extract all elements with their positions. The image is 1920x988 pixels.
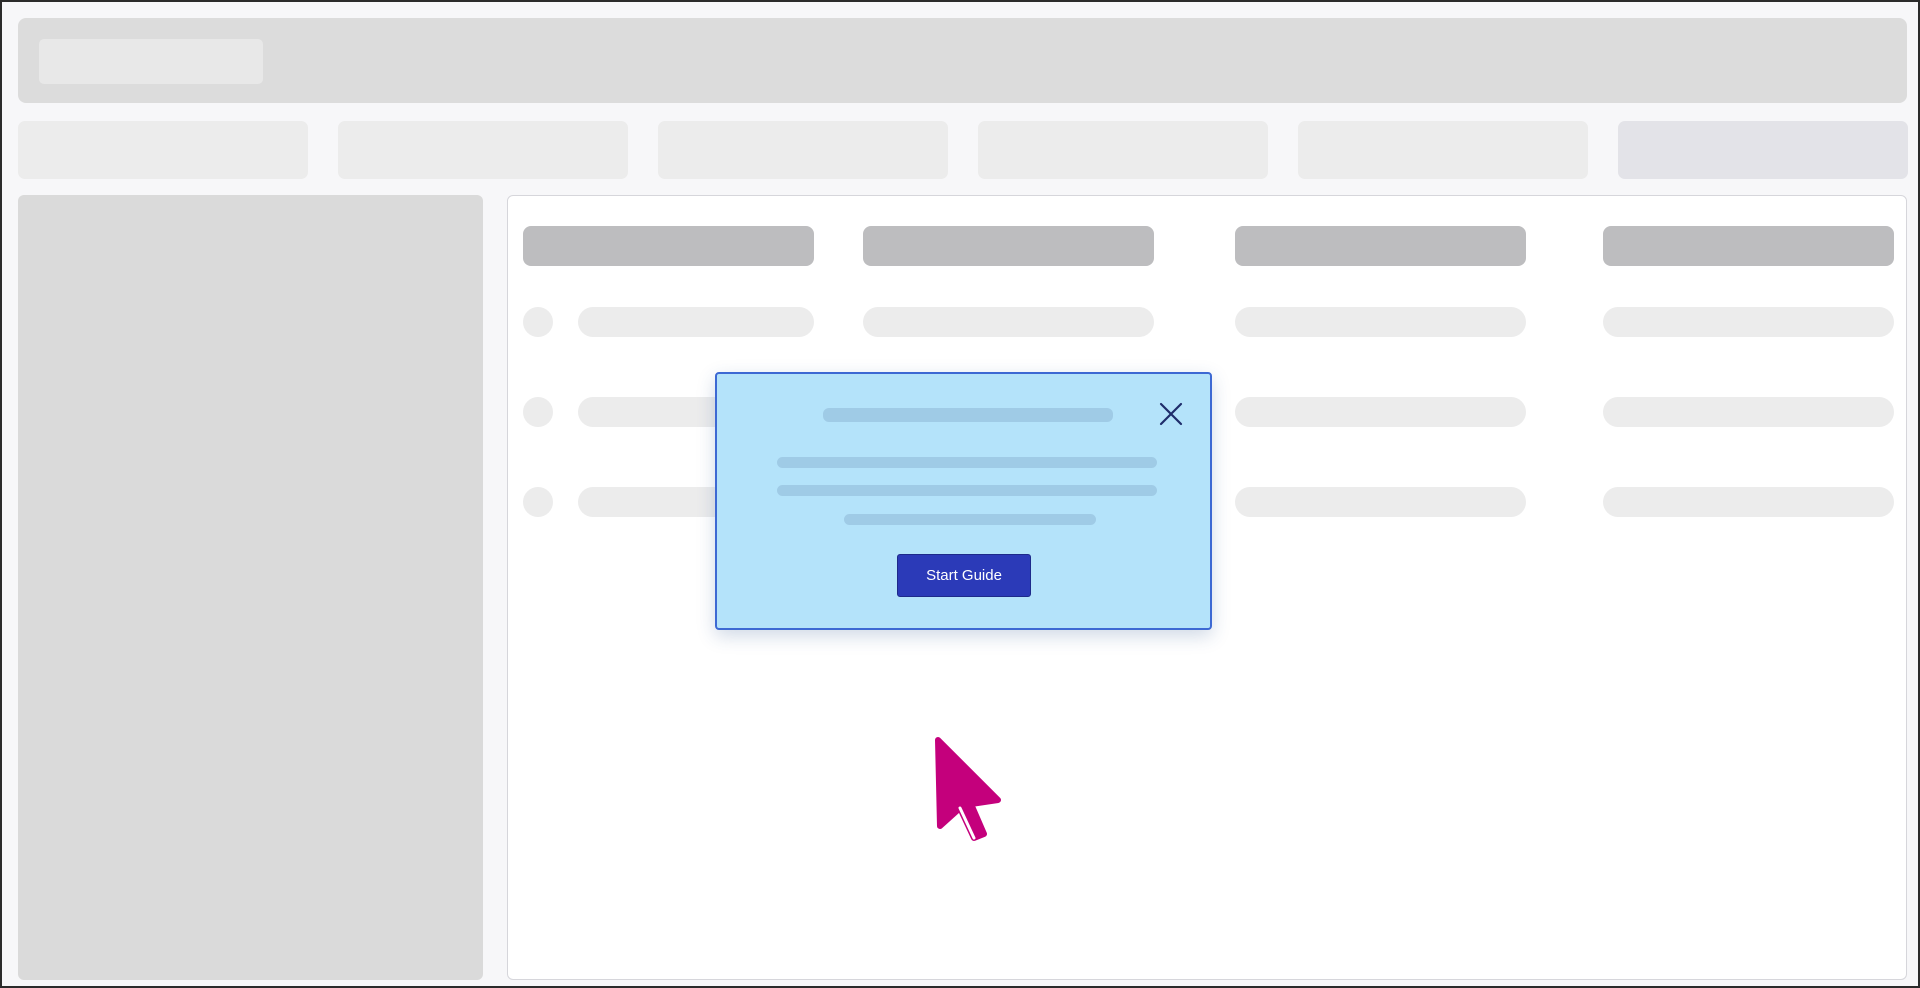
table-cell [1235, 307, 1526, 337]
table-cell [863, 307, 1154, 337]
modal-text-placeholder [777, 457, 1157, 468]
modal-title-placeholder [823, 408, 1113, 422]
pointer-cursor-icon [935, 737, 1001, 841]
start-guide-button[interactable]: Start Guide [897, 554, 1031, 597]
top-bar [18, 18, 1907, 103]
table-cell [578, 307, 814, 337]
onboarding-modal: Start Guide [715, 372, 1212, 630]
sidebar [18, 195, 483, 980]
tab-1[interactable] [18, 121, 308, 179]
column-header-4 [1603, 226, 1894, 266]
tab-6[interactable] [1618, 121, 1908, 179]
close-icon [1159, 402, 1183, 426]
modal-text-placeholder [777, 485, 1157, 496]
modal-text-placeholder [844, 514, 1096, 525]
table-cell [1235, 397, 1526, 427]
tab-5[interactable] [1298, 121, 1588, 179]
tab-3[interactable] [658, 121, 948, 179]
row-select-dot[interactable] [523, 307, 553, 337]
tab-4[interactable] [978, 121, 1268, 179]
row-select-dot[interactable] [523, 397, 553, 427]
column-header-2 [863, 226, 1154, 266]
table-cell [1603, 487, 1894, 517]
row-select-dot[interactable] [523, 487, 553, 517]
column-header-3 [1235, 226, 1526, 266]
table-cell [1603, 307, 1894, 337]
close-button[interactable] [1157, 400, 1185, 428]
logo-placeholder [39, 39, 263, 84]
tab-2[interactable] [338, 121, 628, 179]
column-header-1 [523, 226, 814, 266]
table-cell [1235, 487, 1526, 517]
app-window: Start Guide [0, 0, 1920, 988]
table-cell [1603, 397, 1894, 427]
